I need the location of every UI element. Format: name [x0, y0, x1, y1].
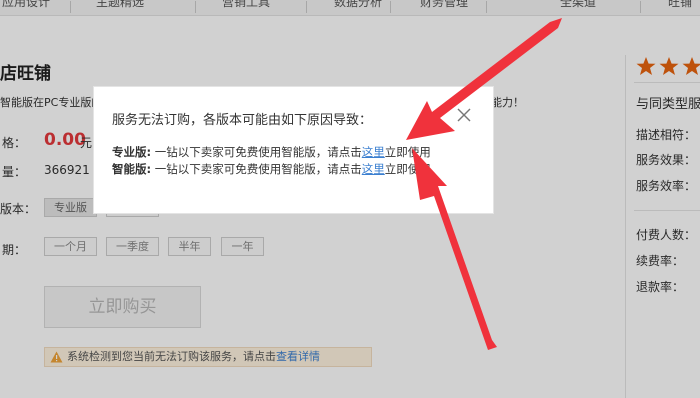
annotation-arrows: [406, 18, 562, 350]
annotation-arrow-upper: [406, 18, 562, 140]
annotation-arrow-lower: [412, 148, 497, 350]
